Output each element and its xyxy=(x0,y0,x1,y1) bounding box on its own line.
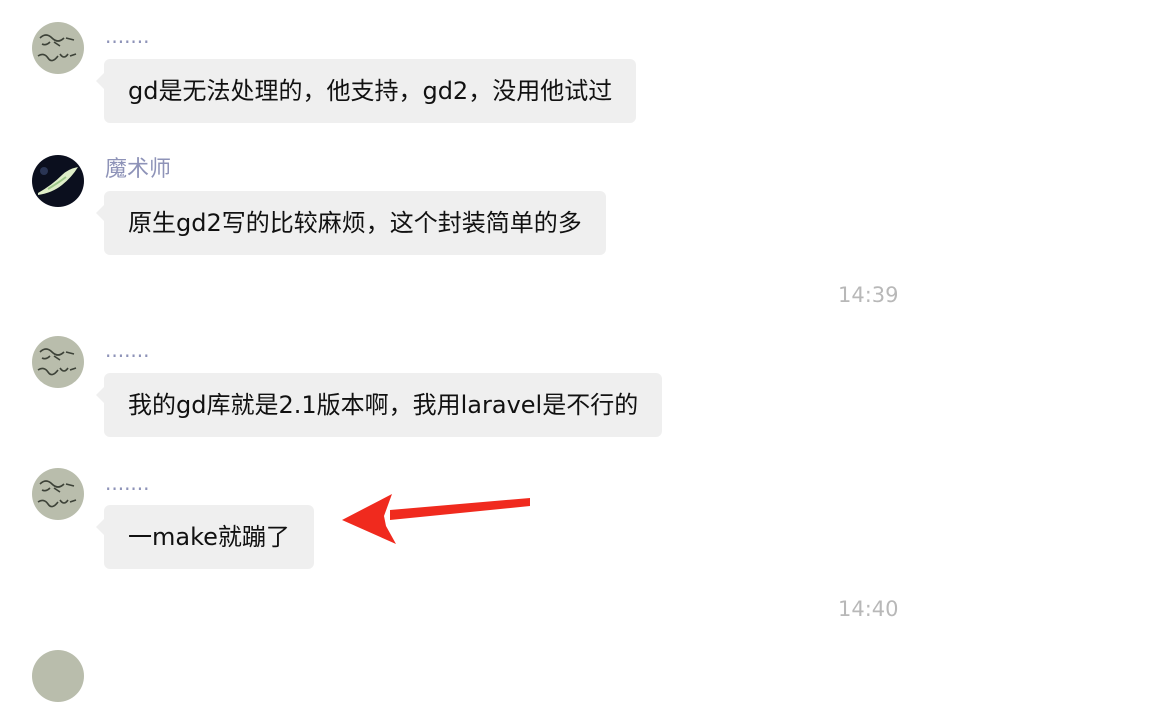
message-bubble[interactable]: 原生gd2写的比较麻烦，这个封装简单的多 xyxy=(96,191,606,255)
sender-name: 魔术师 xyxy=(105,157,172,182)
message-bubble[interactable]: gd是无法处理的，他支持，gd2，没用他试过 xyxy=(95,59,637,123)
sender-name: ······· xyxy=(105,477,150,501)
message-bubble[interactable]: 一make就蹦了 xyxy=(96,505,314,569)
avatar[interactable] xyxy=(32,336,84,388)
message-bubble[interactable]: 我的gd库就是2.1版本啊，我用laravel是不行的 xyxy=(95,373,663,437)
timestamp: 14:40 xyxy=(838,597,899,621)
avatar[interactable] xyxy=(32,468,84,520)
annotation-arrow-icon xyxy=(330,488,540,556)
avatar[interactable] xyxy=(32,650,84,702)
avatar[interactable] xyxy=(32,22,84,74)
timestamp: 14:39 xyxy=(838,283,899,307)
avatar[interactable] xyxy=(32,155,84,207)
sender-name: ······· xyxy=(105,30,150,54)
sender-name: ······· xyxy=(105,344,150,368)
